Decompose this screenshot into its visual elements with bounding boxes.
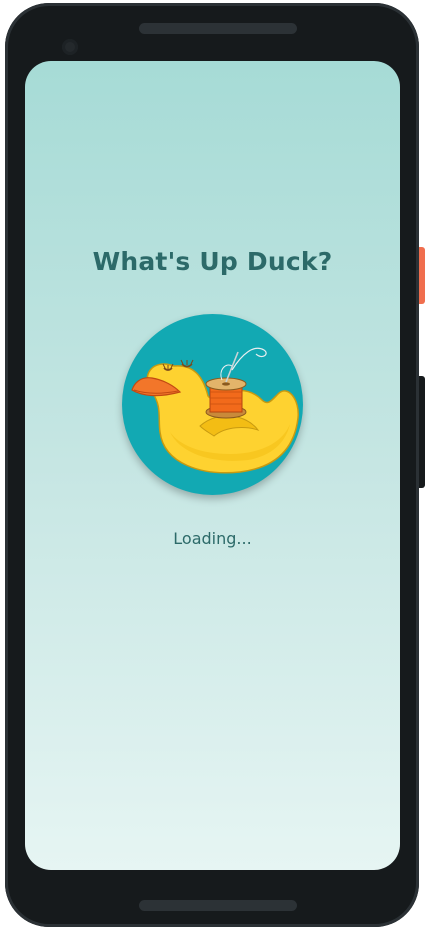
- app-title: What's Up Duck?: [92, 247, 333, 276]
- splash-screen: What's Up Duck? Loading...: [25, 61, 400, 870]
- bottom-speaker: [139, 900, 297, 911]
- thread-spool: [205, 377, 247, 419]
- power-button[interactable]: [419, 247, 425, 304]
- needle-icon: [220, 347, 267, 383]
- top-speaker: [139, 23, 297, 34]
- duck-with-spool-icon: [131, 347, 299, 474]
- front-camera: [62, 39, 78, 55]
- volume-button[interactable]: [419, 376, 425, 488]
- duck-logo: [122, 314, 303, 495]
- loading-text: Loading...: [173, 529, 252, 548]
